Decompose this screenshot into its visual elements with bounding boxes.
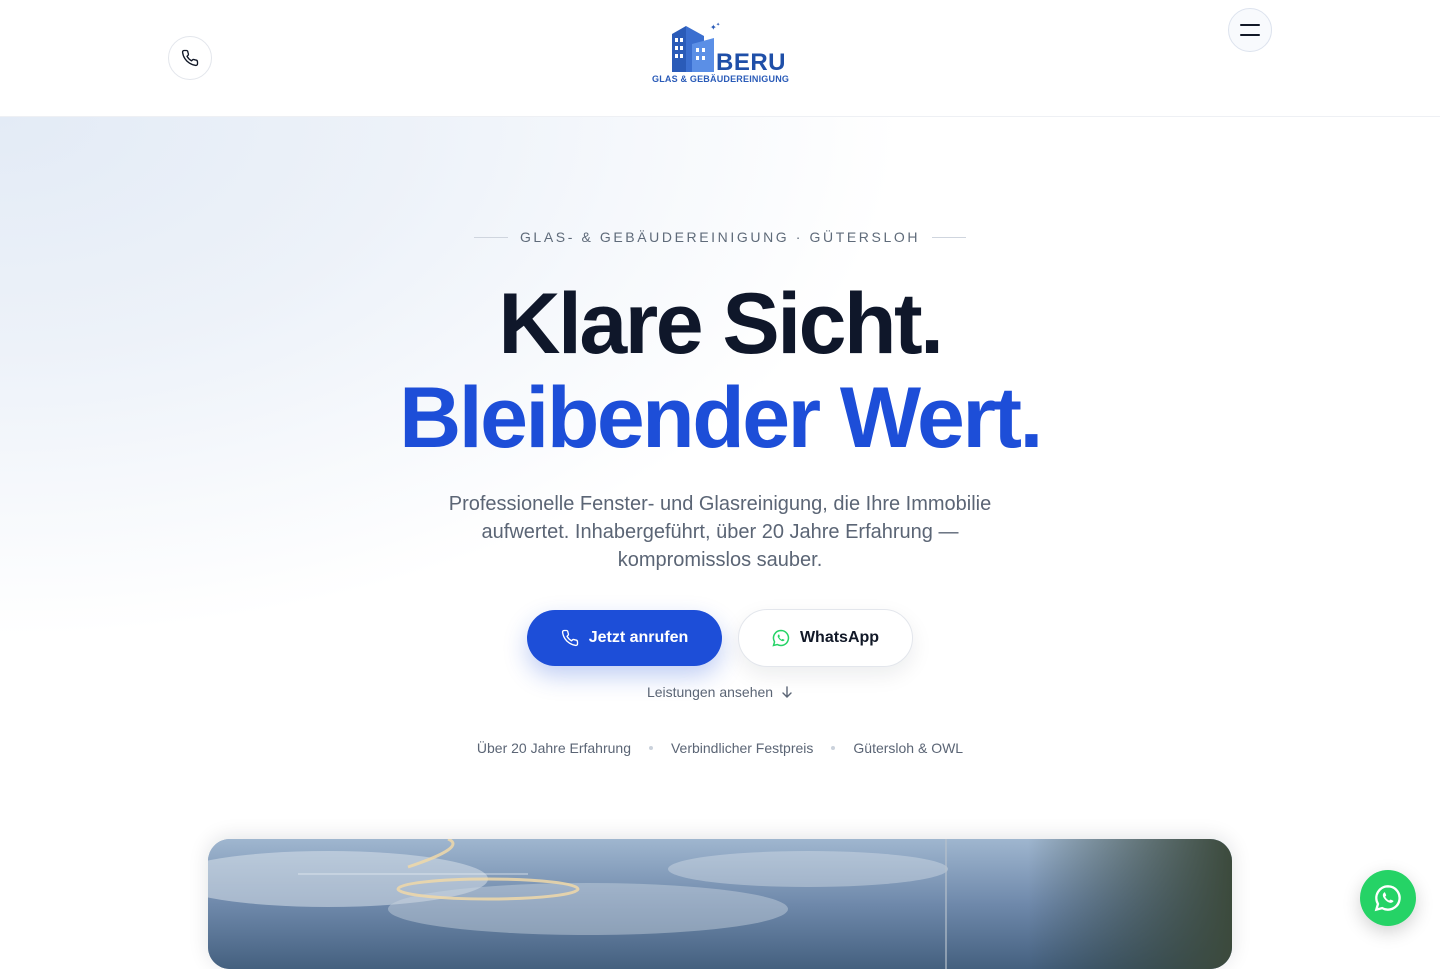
hero-headline-line2: Bleibender Wert. [399,370,1043,466]
call-now-button[interactable]: Jetzt anrufen [527,610,722,666]
eyebrow-divider-left [473,236,508,238]
hamburger-icon [1240,24,1260,36]
hero-headline-line1: Klare Sicht. [498,276,944,372]
phone-icon [561,629,578,647]
services-link-label: Leistungen ansehen [646,684,774,700]
trust-badges: Über 20 Jahre Erfahrung Verbindlicher Fe… [0,740,1440,756]
whatsapp-icon [1374,885,1401,912]
badge-experience: Über 20 Jahre Erfahrung [476,740,631,756]
eyebrow-text: GLAS- & GEBÄUDEREINIGUNG · GÜTERSLOH [519,229,921,245]
floating-whatsapp-button[interactable] [1360,870,1416,926]
hero-eyebrow: GLAS- & GEBÄUDEREINIGUNG · GÜTERSLOH [0,229,1440,245]
svg-text:✦: ✦ [716,22,720,28]
badge-separator [648,746,653,750]
arrow-down-icon [782,686,792,698]
logo-wordmark: BERU [716,49,787,76]
header-phone-button[interactable] [168,36,212,80]
site-header: ✦ ✦ BERU GLAS & GEBÄUDEREINIGUNG [0,0,1440,117]
eyebrow-divider-right [932,236,967,238]
company-logo[interactable]: ✦ ✦ BERU GLAS & GEBÄUDEREINIGUNG [650,22,795,86]
services-link[interactable]: Leistungen ansehen [0,684,1440,700]
whatsapp-icon [772,629,790,647]
menu-button[interactable] [1228,8,1272,52]
hero-subtext: Professionelle Fenster- und Glasreinigun… [448,493,992,571]
logo-subline: GLAS & GEBÄUDEREINIGUNG [652,74,790,84]
whatsapp-button[interactable]: WhatsApp [738,609,913,667]
badge-fixed-price: Verbindlicher Festpreis [670,740,814,756]
whatsapp-label: WhatsApp [799,629,880,646]
badge-region: Gütersloh & OWL [853,740,964,756]
call-now-label: Jetzt anrufen [588,629,689,646]
phone-icon [181,49,199,67]
badge-separator [831,746,836,750]
building-logo-icon: ✦ ✦ [672,22,720,72]
